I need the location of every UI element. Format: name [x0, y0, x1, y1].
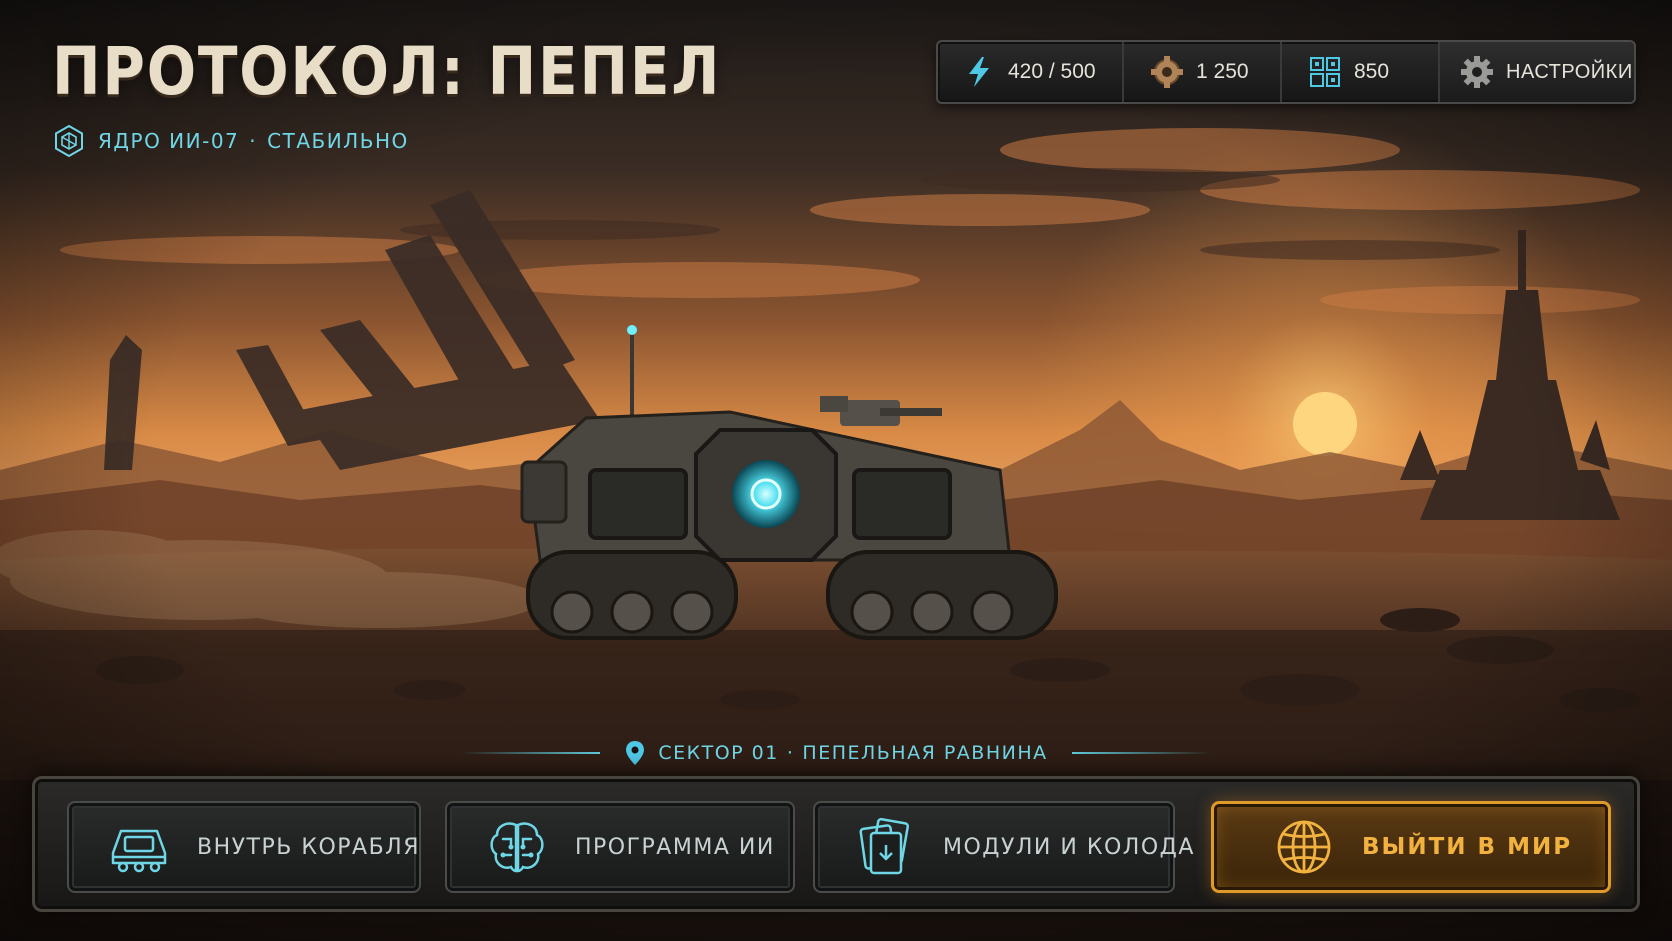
ai-core-name: ЯДРО ИИ-07	[98, 129, 240, 153]
cards-icon	[859, 817, 910, 875]
sector-indicator: СЕКТОР 01 · ПЕПЕЛЬНАЯ РАВНИНА	[0, 736, 1672, 770]
gear-icon	[1461, 56, 1493, 88]
resource-scrap: 1 250	[1124, 42, 1282, 102]
energy-value: 420 / 500	[1008, 60, 1096, 83]
enter-world-button[interactable]: ВЫЙТИ В МИР	[1211, 801, 1611, 893]
location-pin-icon	[626, 741, 645, 765]
ai-core-text: ЯДРО ИИ-07 · СТАБИЛЬНО	[98, 129, 409, 153]
sector-id: СЕКТОР 01	[658, 742, 779, 764]
action-bar: ВНУТРЬ КОРАБЛЯ ПРОГРАММА ИИ МОДУЛИ И КОЛ…	[32, 776, 1640, 912]
globe-icon	[1277, 820, 1331, 874]
inside-ship-label: ВНУТРЬ КОРАБЛЯ	[197, 834, 421, 860]
ai-program-label: ПРОГРАММА ИИ	[575, 834, 775, 860]
enter-world-label: ВЫЙТИ В МИР	[1362, 834, 1573, 860]
scrap-value: 1 250	[1196, 60, 1249, 83]
ai-core-status: ЯДРО ИИ-07 · СТАБИЛЬНО	[52, 124, 813, 158]
sector-name: ПЕПЕЛЬНАЯ РАВНИНА	[802, 742, 1048, 764]
resource-data: 850	[1282, 42, 1440, 102]
modules-deck-label: МОДУЛИ И КОЛОДА	[943, 834, 1195, 860]
sector-text: СЕКТОР 01 · ПЕПЕЛЬНАЯ РАВНИНА	[658, 742, 1047, 764]
title-block: ПРОТОКОЛ: ПЕПЕЛ ЯДРО ИИ-07 · СТАБИЛЬНО	[52, 36, 813, 158]
data-value: 850	[1354, 60, 1390, 83]
settings-label: НАСТРОЙКИ	[1506, 60, 1633, 83]
resource-energy: 420 / 500	[938, 42, 1124, 102]
separator: ·	[249, 129, 258, 153]
settings-button[interactable]: НАСТРОЙКИ	[1440, 42, 1634, 102]
game-title: ПРОТОКОЛ: ПЕПЕЛ	[52, 33, 722, 110]
inside-ship-button[interactable]: ВНУТРЬ КОРАБЛЯ	[67, 801, 421, 893]
ai-core-state: СТАБИЛЬНО	[267, 129, 409, 153]
sector-line-left	[460, 752, 601, 754]
gear-scrap-icon	[1151, 56, 1183, 88]
sector-line-right	[1071, 752, 1212, 754]
data-chip-icon	[1310, 57, 1340, 87]
modules-deck-button[interactable]: МОДУЛИ И КОЛОДА	[813, 801, 1193, 893]
ai-core-icon	[55, 124, 83, 158]
separator: ·	[786, 742, 795, 764]
brain-icon	[490, 822, 544, 873]
ship-icon	[111, 829, 167, 873]
lightning-icon	[969, 57, 989, 87]
resource-bar: 420 / 500 1 250 850 НАСТРОЙКИ	[936, 40, 1636, 104]
ai-program-button[interactable]: ПРОГРАММА ИИ	[445, 801, 795, 893]
